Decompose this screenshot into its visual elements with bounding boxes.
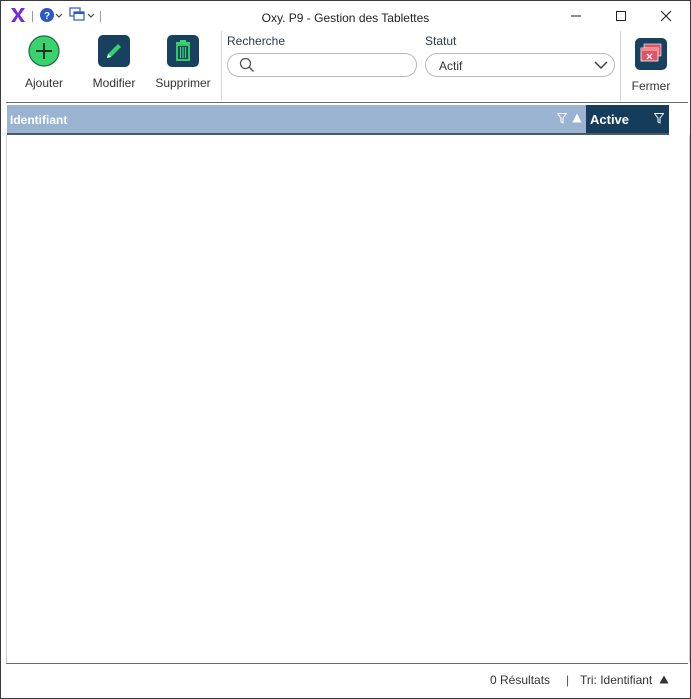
ribbon-separator (221, 31, 222, 101)
close-form-label: Fermer (631, 79, 671, 93)
results-count: 0 Résultats (490, 673, 551, 687)
status-label: Statut (425, 34, 457, 48)
sort-up-icon (659, 675, 669, 684)
filter-icon[interactable] (557, 113, 567, 124)
column-header-label: Active (590, 112, 630, 127)
column-header-active[interactable]: Active (586, 105, 669, 133)
column-header-label: Identifiant (10, 113, 68, 127)
column-header-identifiant[interactable]: Identifiant (7, 105, 586, 133)
sort-indicator[interactable]: Tri: Identifiant (580, 673, 669, 687)
filter-icon[interactable] (654, 113, 664, 124)
search-input[interactable] (227, 53, 417, 77)
status-bar: 0 Résultats | Tri: Identifiant (6, 663, 688, 697)
close-form-button[interactable]: Fermer (616, 38, 686, 93)
maximize-icon (616, 11, 626, 21)
sort-label: Tri: Identifiant (580, 673, 653, 687)
main-window: ? Oxy. P9 - Gestion des Tablettes Ajoute… (0, 0, 691, 699)
chevron-down-icon (594, 61, 608, 70)
status-select[interactable]: Actif (425, 53, 615, 77)
maximize-button[interactable] (599, 1, 643, 31)
close-button[interactable] (644, 1, 688, 31)
grid-header: Identifiant Active (7, 105, 669, 135)
search-icon (239, 57, 254, 72)
close-window-icon (635, 38, 667, 70)
minimize-button[interactable] (554, 1, 598, 31)
delete-button-label: Supprimer (155, 76, 211, 90)
trash-icon (167, 35, 199, 67)
delete-button[interactable]: Supprimer (148, 35, 218, 90)
edit-button[interactable]: Modifier (79, 35, 149, 90)
pencil-icon (98, 35, 130, 67)
edit-button-label: Modifier (92, 76, 136, 90)
ribbon-divider (6, 102, 688, 103)
sort-up-icon[interactable] (572, 113, 582, 123)
status-selected-value: Actif (439, 59, 463, 73)
add-button[interactable]: Ajouter (9, 35, 79, 90)
plus-icon (28, 35, 60, 67)
minimize-icon (571, 15, 581, 17)
close-icon (660, 10, 672, 22)
search-label: Recherche (227, 34, 286, 48)
title-bar: ? Oxy. P9 - Gestion des Tablettes (1, 1, 690, 31)
grid-body[interactable] (6, 135, 690, 663)
add-button-label: Ajouter (24, 76, 64, 90)
status-separator: | (566, 673, 570, 687)
